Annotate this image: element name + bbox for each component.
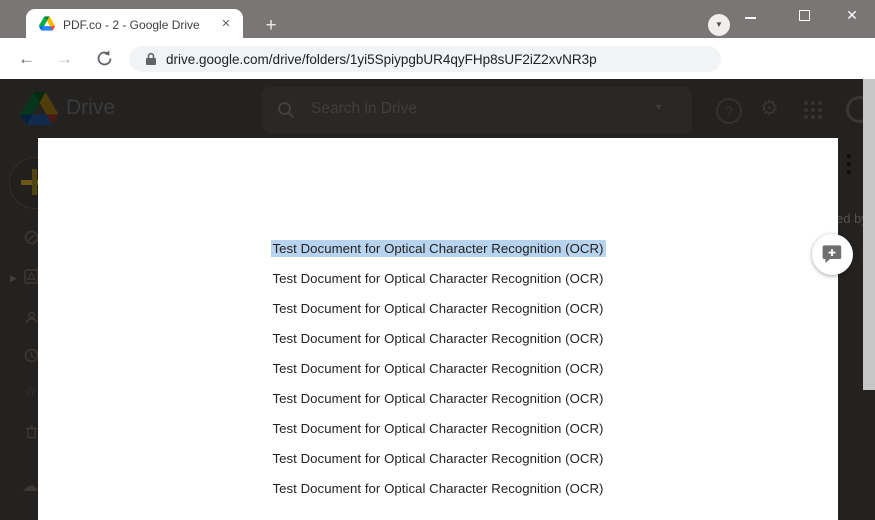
sidebar-trash-icon[interactable] [24,424,39,439]
document-page: Test Document for Optical Character Reco… [38,241,838,511]
document-text[interactable]: Test Document for Optical Character Reco… [273,301,604,316]
google-apps-grid-icon[interactable] [804,101,824,121]
drive-logo [21,92,58,125]
google-drive-favicon [39,16,55,31]
window-close-button[interactable]: ✕ [841,4,863,26]
drive-app-name: Drive [66,96,115,120]
refresh-button[interactable] [96,50,113,67]
drive-search-bar[interactable]: Search in Drive ▼ [262,87,692,133]
new-tab-button[interactable]: + [261,16,281,36]
tab-search-caret-icon: ▼ [715,20,723,29]
document-preview-modal: Test Document for Optical Character Reco… [38,138,838,520]
document-text[interactable]: Test Document for Optical Character Reco… [273,481,604,496]
document-line[interactable]: Test Document for Optical Character Reco… [38,361,838,378]
window-maximize-button[interactable] [799,10,810,21]
tab-close-icon[interactable]: ✕ [218,16,234,32]
expand-caret-icon[interactable]: ▶ [10,273,17,284]
document-text[interactable]: Test Document for Optical Character Reco… [273,361,604,376]
tab-title: PDF.co - 2 - Google Drive [63,18,213,32]
back-button[interactable]: ← [18,38,35,79]
document-line[interactable]: Test Document for Optical Character Reco… [38,331,838,348]
settings-gear-icon[interactable]: ⚙ [760,96,779,122]
help-icon[interactable]: ? [716,98,742,124]
document-text[interactable]: Test Document for Optical Character Reco… [273,451,604,466]
sidebar-priority-icon[interactable] [24,230,39,245]
search-placeholder: Search in Drive [311,100,417,118]
plus-icon [32,169,37,195]
sidebar-my-drive-icon[interactable] [24,269,39,284]
document-text[interactable]: Test Document for Optical Character Reco… [273,391,604,406]
more-options-icon[interactable]: ••• [843,153,855,177]
secure-lock-icon[interactable] [145,52,157,66]
sidebar-starred-icon[interactable]: ☆ [24,385,37,400]
search-options-caret-icon[interactable]: ▼ [654,102,663,112]
sidebar-storage-icon[interactable]: ☁ [22,479,38,494]
forward-button: → [56,38,73,79]
page-scrollbar[interactable] [863,79,875,390]
document-line[interactable]: Test Document for Optical Character Reco… [38,271,838,288]
document-line[interactable]: Test Document for Optical Character Reco… [38,421,838,438]
tab-search-button[interactable]: ▼ [708,14,730,36]
address-bar[interactable]: drive.google.com/drive/folders/1yi5Spiyp… [129,46,721,72]
document-line[interactable]: Test Document for Optical Character Reco… [38,241,838,258]
document-line[interactable]: Test Document for Optical Character Reco… [38,451,838,468]
sidebar-shared-with-me-icon[interactable] [24,310,39,325]
browser-tab[interactable]: PDF.co - 2 - Google Drive ✕ [26,9,243,38]
sidebar-recent-icon[interactable] [24,348,39,363]
add-comment-button[interactable] [812,234,853,275]
tab-strip: PDF.co - 2 - Google Drive ✕ + ▼ ✕ [0,0,875,38]
search-icon [277,101,295,119]
document-line[interactable]: Test Document for Optical Character Reco… [38,481,838,498]
window-minimize-button[interactable] [745,17,756,19]
document-line[interactable]: Test Document for Optical Character Reco… [38,301,838,318]
url-text[interactable]: drive.google.com/drive/folders/1yi5Spiyp… [166,52,597,67]
comment-plus-icon [822,244,843,265]
document-text[interactable]: Test Document for Optical Character Reco… [273,271,604,286]
selected-text[interactable]: Test Document for Optical Character Reco… [271,240,606,257]
document-text[interactable]: Test Document for Optical Character Reco… [273,331,604,346]
document-line[interactable]: Test Document for Optical Character Reco… [38,391,838,408]
document-text[interactable]: Test Document for Optical Character Reco… [273,421,604,436]
browser-toolbar: ← → drive.google.com/drive/folders/1yi5S… [0,38,875,79]
